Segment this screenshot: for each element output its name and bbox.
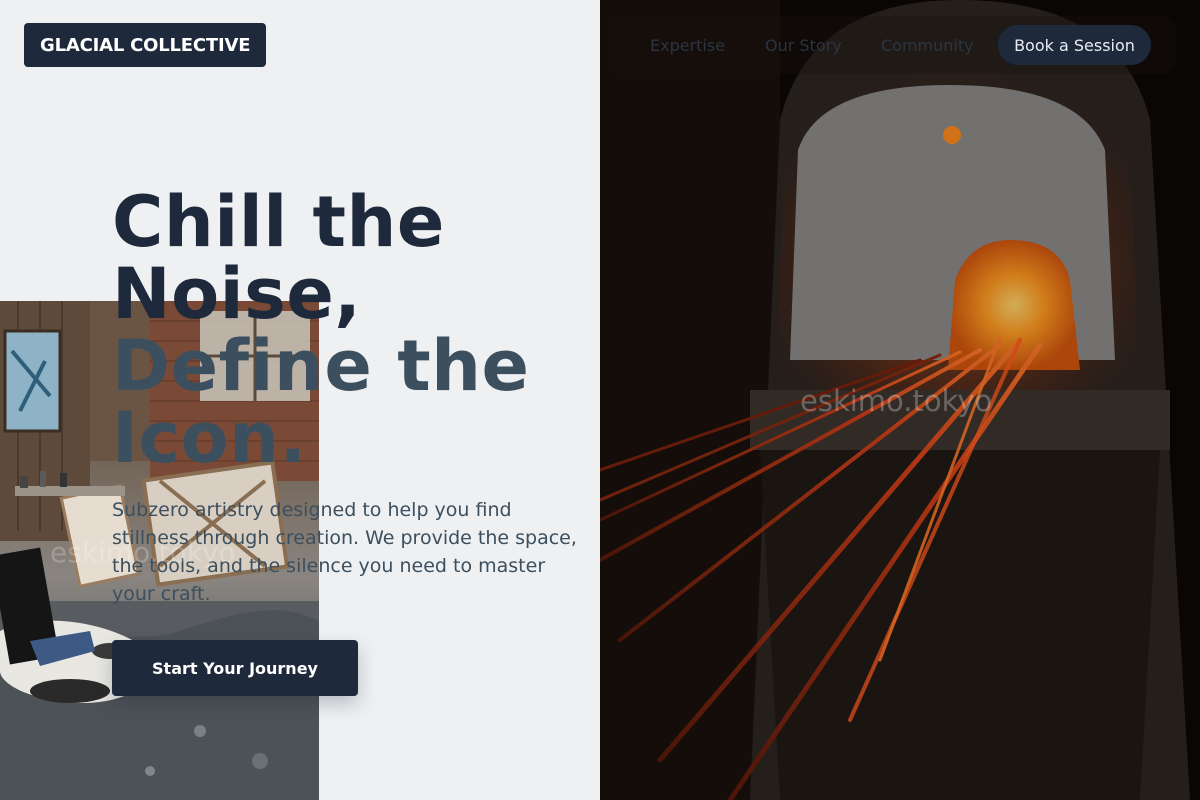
- hero-title: Chill the Noise, Define the Icon.: [112, 186, 572, 474]
- logo[interactable]: GLACIAL COLLECTIVE: [24, 23, 267, 67]
- furnace-photo: eskimo.tokyo: [600, 0, 1200, 800]
- start-journey-button[interactable]: Start Your Journey: [112, 640, 358, 696]
- hero-title-line-2: Noise,: [112, 253, 362, 335]
- logo-text: GLACIAL COLLECTIVE: [40, 34, 251, 56]
- book-session-button[interactable]: Book a Session: [998, 25, 1151, 65]
- landing-page: GLACIAL COLLECTIVE Chill the Noise, Defi…: [0, 0, 1200, 800]
- hero-section: GLACIAL COLLECTIVE Chill the Noise, Defi…: [0, 0, 600, 800]
- nav-link-community[interactable]: Community: [881, 16, 974, 74]
- hero-title-line-4: Icon.: [112, 397, 307, 479]
- hero-title-line-3: Define the: [112, 325, 530, 407]
- furnace-illustration: [600, 0, 1200, 800]
- hero-title-line-1: Chill the: [112, 181, 445, 263]
- hero-subtitle: Subzero artistry designed to help you fi…: [112, 499, 577, 605]
- nav-link-our-story[interactable]: Our Story: [765, 16, 842, 74]
- top-nav: Expertise Our Story Community Book a Ses…: [610, 16, 1176, 74]
- nav-link-expertise[interactable]: Expertise: [650, 16, 725, 74]
